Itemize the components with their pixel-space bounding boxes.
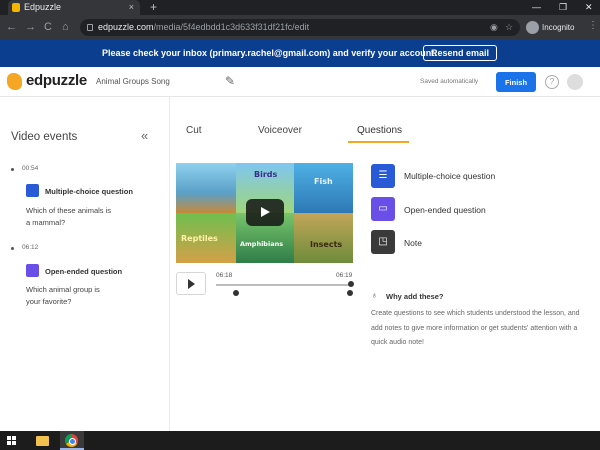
event-time: 06:12 xyxy=(22,244,39,251)
panel-title: Video events xyxy=(11,131,78,143)
event-question: Which animal group is your favorite? xyxy=(26,285,100,306)
close-window-button[interactable]: ✕ xyxy=(585,0,593,15)
video-label-amphibians: Amphibians xyxy=(240,240,284,248)
open-ended-icon xyxy=(26,264,39,277)
video-tile xyxy=(176,163,236,213)
cut-start-handle[interactable] xyxy=(233,290,239,296)
edpuzzle-favicon-icon xyxy=(12,3,20,12)
time-start: 06:18 xyxy=(216,272,233,279)
project-title[interactable]: Animal Groups Song xyxy=(96,77,170,86)
browser-tab[interactable]: Edpuzzle × xyxy=(8,0,140,15)
play-icon xyxy=(261,207,270,217)
browser-tabstrip: Edpuzzle × + — ❐ ✕ xyxy=(0,0,600,15)
multiple-choice-icon xyxy=(26,184,39,197)
reload-button[interactable]: C xyxy=(44,20,52,34)
option-label: Open-ended question xyxy=(404,205,486,215)
video-play-overlay-button[interactable] xyxy=(246,199,284,226)
option-label: Multiple-choice question xyxy=(404,171,496,181)
play-button[interactable] xyxy=(176,272,206,295)
tab-voiceover[interactable]: Voiceover xyxy=(258,125,302,136)
event-time: 00:54 xyxy=(22,165,39,172)
forward-button[interactable]: → xyxy=(25,20,36,34)
note-icon: ◳ xyxy=(371,230,395,254)
lock-icon xyxy=(87,24,93,31)
url-path: /media/5f4edbdd1c3d633f31df21fc/edit xyxy=(153,22,310,32)
app-header: edpuzzle Animal Groups Song ✎ Saved auto… xyxy=(0,67,600,97)
video-label-insects: Insects xyxy=(310,240,343,249)
incognito-label: Incognito xyxy=(542,23,575,32)
help-icon[interactable]: ? xyxy=(545,75,559,89)
tab-close-icon[interactable]: × xyxy=(129,0,134,15)
option-label: Note xyxy=(404,238,422,248)
event-type: Open-ended question xyxy=(45,267,123,276)
lightbulb-icon: ♁ xyxy=(371,290,378,300)
saved-status: Saved automatically xyxy=(420,78,479,85)
event-type: Multiple-choice question xyxy=(45,187,133,196)
video-tile xyxy=(294,213,353,263)
seek-bar-fill xyxy=(216,284,351,286)
video-tile xyxy=(294,163,353,213)
event-question: Which of these animals is a mammal? xyxy=(26,206,112,227)
banner-message: Please check your inbox (primary.rachel@… xyxy=(102,48,437,58)
avatar[interactable] xyxy=(567,74,583,90)
cut-end-handle[interactable] xyxy=(347,290,353,296)
chat-icon: ▭ xyxy=(371,197,395,221)
tab-questions[interactable]: Questions xyxy=(357,125,402,136)
list-icon: ☰ xyxy=(371,164,395,188)
play-icon xyxy=(188,279,195,289)
logo-text: edpuzzle xyxy=(26,72,87,89)
active-tab-indicator xyxy=(348,141,409,143)
minimize-button[interactable]: — xyxy=(532,0,541,15)
windows-start-icon[interactable] xyxy=(7,436,17,446)
browser-menu-icon[interactable]: ⋮ xyxy=(588,20,598,31)
collapse-panel-icon[interactable]: « xyxy=(141,128,148,143)
home-button[interactable]: ⌂ xyxy=(62,20,69,34)
new-tab-button[interactable]: + xyxy=(150,0,157,14)
resend-email-button[interactable]: Resend email xyxy=(423,45,498,61)
pencil-icon[interactable]: ✎ xyxy=(225,74,235,88)
video-label-birds: Birds xyxy=(254,170,278,179)
eye-off-icon[interactable]: ◉ xyxy=(490,19,498,36)
why-title: Why add these? xyxy=(386,292,444,301)
timeline-dot xyxy=(11,247,14,250)
playhead-handle[interactable] xyxy=(347,281,354,287)
taskbar xyxy=(0,431,600,450)
tab-title: Edpuzzle xyxy=(24,2,62,12)
maximize-button[interactable]: ❐ xyxy=(559,0,567,15)
browser-toolbar: ← → C ⌂ edpuzzle.com/media/5f4edbdd1c3d6… xyxy=(0,15,600,40)
verify-banner: Please check your inbox (primary.rachel@… xyxy=(0,40,600,67)
finish-button[interactable]: Finish xyxy=(496,72,536,92)
incognito-indicator[interactable]: Incognito xyxy=(526,20,574,35)
incognito-icon xyxy=(526,21,539,34)
edpuzzle-logo-icon xyxy=(7,73,22,90)
url-host: edpuzzle.com xyxy=(98,22,154,32)
video-label-reptiles: Reptiles xyxy=(181,234,218,243)
timeline-dot xyxy=(11,168,14,171)
file-explorer-icon[interactable] xyxy=(36,436,49,446)
star-icon[interactable]: ☆ xyxy=(505,19,513,36)
back-button[interactable]: ← xyxy=(6,20,17,34)
tab-cut[interactable]: Cut xyxy=(186,125,202,136)
video-label-fish: Fish xyxy=(314,177,333,186)
address-bar[interactable]: edpuzzle.com/media/5f4edbdd1c3d633f31df2… xyxy=(80,19,520,36)
editor-tabs: Cut Voiceover Questions xyxy=(170,97,600,143)
seek-bar[interactable] xyxy=(216,284,352,286)
chrome-icon xyxy=(65,434,78,447)
why-description: Create questions to see which students u… xyxy=(371,310,580,346)
video-events-panel: Video events « 00:54 Multiple-choice que… xyxy=(0,97,170,431)
time-end: 06:19 xyxy=(336,272,353,279)
